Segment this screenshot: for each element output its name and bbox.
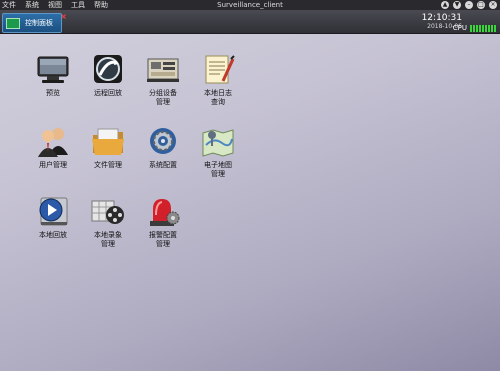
system-config-icon (145, 125, 181, 159)
cpu-bar (479, 24, 481, 32)
emap-management-label: 电子地图 管理 (204, 161, 232, 178)
cpu-bar (485, 24, 487, 32)
cpu-bar (470, 24, 472, 32)
device-group-button[interactable]: 分组设备 管理 (133, 53, 193, 107)
system-config-button[interactable]: 系统配置 (133, 125, 193, 170)
cpu-bar (473, 24, 475, 32)
alarm-config-button[interactable]: 报警配置 管理 (133, 195, 193, 249)
users-icon (35, 125, 71, 159)
system-config-label: 系统配置 (149, 161, 177, 169)
file-management-button[interactable]: 文件管理 (78, 125, 138, 170)
clock-time: 12:10:31 (421, 13, 462, 23)
cpu-bar (476, 24, 478, 32)
map-icon (200, 125, 236, 159)
local-log-icon (200, 53, 236, 87)
cpu-meter: CPU (453, 24, 496, 32)
folder-icon (90, 125, 126, 159)
cpu-label: CPU (452, 24, 467, 32)
scroll-down-button[interactable]: ▼ (453, 1, 461, 9)
close-button[interactable]: × (489, 1, 497, 9)
user-management-label: 用户管理 (39, 161, 67, 169)
tab-close-icon[interactable]: × (60, 12, 67, 22)
emap-management-button[interactable]: 电子地图 管理 (188, 125, 248, 179)
local-playback-button[interactable]: 本地回放 (23, 195, 83, 240)
tab-bar: 控制面板 × 12:10:31 2018-10-06 CPU (0, 10, 500, 34)
menu-bar: 文件 系统 视图 工具 帮助 Surveillance_client ▲ ▼ –… (0, 0, 500, 10)
cpu-bar (494, 24, 496, 32)
local-log-label: 本地日志 查询 (204, 89, 232, 106)
preview-label: 预览 (46, 89, 60, 97)
local-record-icon (90, 195, 126, 229)
local-record-button[interactable]: 本地录象 管理 (78, 195, 138, 249)
tab-control-panel[interactable]: 控制面板 × (2, 12, 67, 33)
control-panel-icon (6, 18, 20, 29)
cpu-bar (482, 24, 484, 32)
local-log-button[interactable]: 本地日志 查询 (188, 53, 248, 107)
local-playback-icon (35, 195, 71, 229)
remote-playback-button[interactable]: 远程回放 (78, 53, 138, 98)
file-management-label: 文件管理 (94, 161, 122, 169)
cpu-bar (491, 24, 493, 32)
maximize-button[interactable]: □ (477, 1, 485, 9)
local-playback-label: 本地回放 (39, 231, 67, 239)
local-record-label: 本地录象 管理 (94, 231, 122, 248)
remote-playback-icon (90, 53, 126, 87)
scroll-up-button[interactable]: ▲ (441, 1, 449, 9)
preview-button[interactable]: 预览 (23, 53, 83, 98)
remote-playback-label: 远程回放 (94, 89, 122, 97)
device-group-label: 分组设备 管理 (149, 89, 177, 106)
user-management-button[interactable]: 用户管理 (23, 125, 83, 170)
monitor-icon (35, 53, 71, 87)
device-group-icon (145, 53, 181, 87)
tab-label: 控制面板 (25, 19, 53, 27)
cpu-bar (488, 24, 490, 32)
minimize-button[interactable]: – (465, 1, 473, 9)
window-controls: ▲ ▼ – □ × (441, 1, 497, 9)
alarm-config-icon (145, 195, 181, 229)
window-title: Surveillance_client (217, 1, 283, 9)
alarm-config-label: 报警配置 管理 (149, 231, 177, 248)
